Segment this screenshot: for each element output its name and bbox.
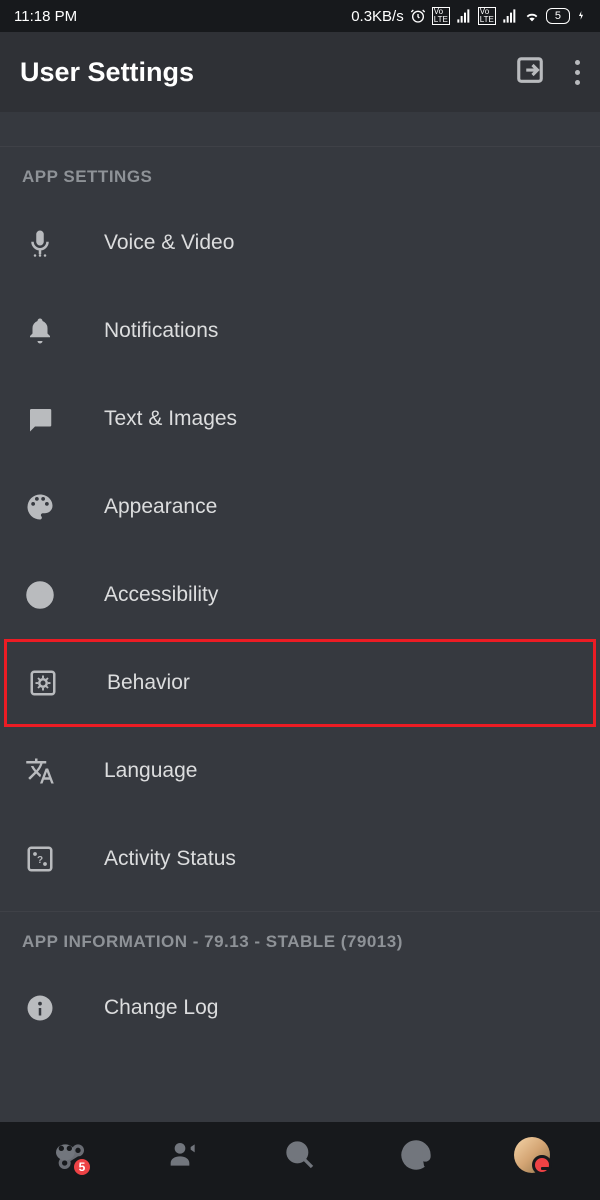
wifi-icon [524,8,540,24]
item-label: Text & Images [104,407,237,431]
avatar [514,1137,550,1173]
status-bar: 11:18 PM 0.3KB/s VoLTE VoLTE 5 [0,0,600,32]
item-label: Change Log [104,996,218,1020]
signal-icon-2 [502,8,518,24]
svg-text:?: ? [37,855,43,866]
settings-item-voice-video[interactable]: Voice & Video [0,199,600,287]
exit-button[interactable] [515,55,545,90]
settings-item-behavior[interactable]: Behavior [4,639,596,727]
gear-box-icon [25,665,61,701]
nav-home[interactable]: 5 [48,1135,88,1175]
settings-item-change-log[interactable]: Change Log [0,964,600,1052]
settings-item-text-images[interactable]: Text & Images [0,375,600,463]
item-label: Activity Status [104,847,236,871]
microphone-icon [22,225,58,261]
nav-search[interactable] [280,1135,320,1175]
bottom-nav: 5 [0,1122,600,1200]
settings-item-notifications[interactable]: Notifications [0,287,600,375]
settings-item-appearance[interactable]: Appearance [0,463,600,551]
spacer [0,112,600,147]
settings-list[interactable]: APP SETTINGS Voice & Video Notifications… [0,112,600,1122]
alarm-icon [410,8,426,24]
item-label: Language [104,759,197,783]
palette-icon [22,489,58,525]
settings-item-language[interactable]: Language [0,727,600,815]
settings-item-accessibility[interactable]: Accessibility [0,551,600,639]
section-header-app-info: APP INFORMATION - 79.13 - STABLE (79013) [0,912,600,964]
dice-icon: ? [22,841,58,877]
info-icon [22,990,58,1026]
more-options-button[interactable] [575,60,580,85]
battery-icon: 5 [546,8,570,24]
item-label: Accessibility [104,583,218,607]
status-indicators: 0.3KB/s VoLTE VoLTE 5 [351,7,586,25]
volte-icon-1: VoLTE [432,7,450,25]
header: User Settings [0,32,600,112]
data-rate: 0.3KB/s [351,8,404,25]
language-icon [22,753,58,789]
nav-friends[interactable] [164,1135,204,1175]
section-header-app-settings: APP SETTINGS [0,147,600,199]
charging-icon [576,8,586,24]
item-label: Behavior [107,671,190,695]
item-label: Notifications [104,319,218,343]
notification-badge: 5 [72,1157,92,1177]
status-time: 11:18 PM [14,8,77,25]
bell-icon [22,313,58,349]
item-label: Appearance [104,495,217,519]
volte-icon-2: VoLTE [478,7,496,25]
settings-item-activity-status[interactable]: ? Activity Status [0,815,600,903]
image-icon [22,401,58,437]
page-title: User Settings [20,57,194,88]
item-label: Voice & Video [104,231,234,255]
nav-mentions[interactable] [396,1135,436,1175]
accessibility-icon [22,577,58,613]
signal-icon-1 [456,8,472,24]
nav-profile[interactable] [512,1135,552,1175]
